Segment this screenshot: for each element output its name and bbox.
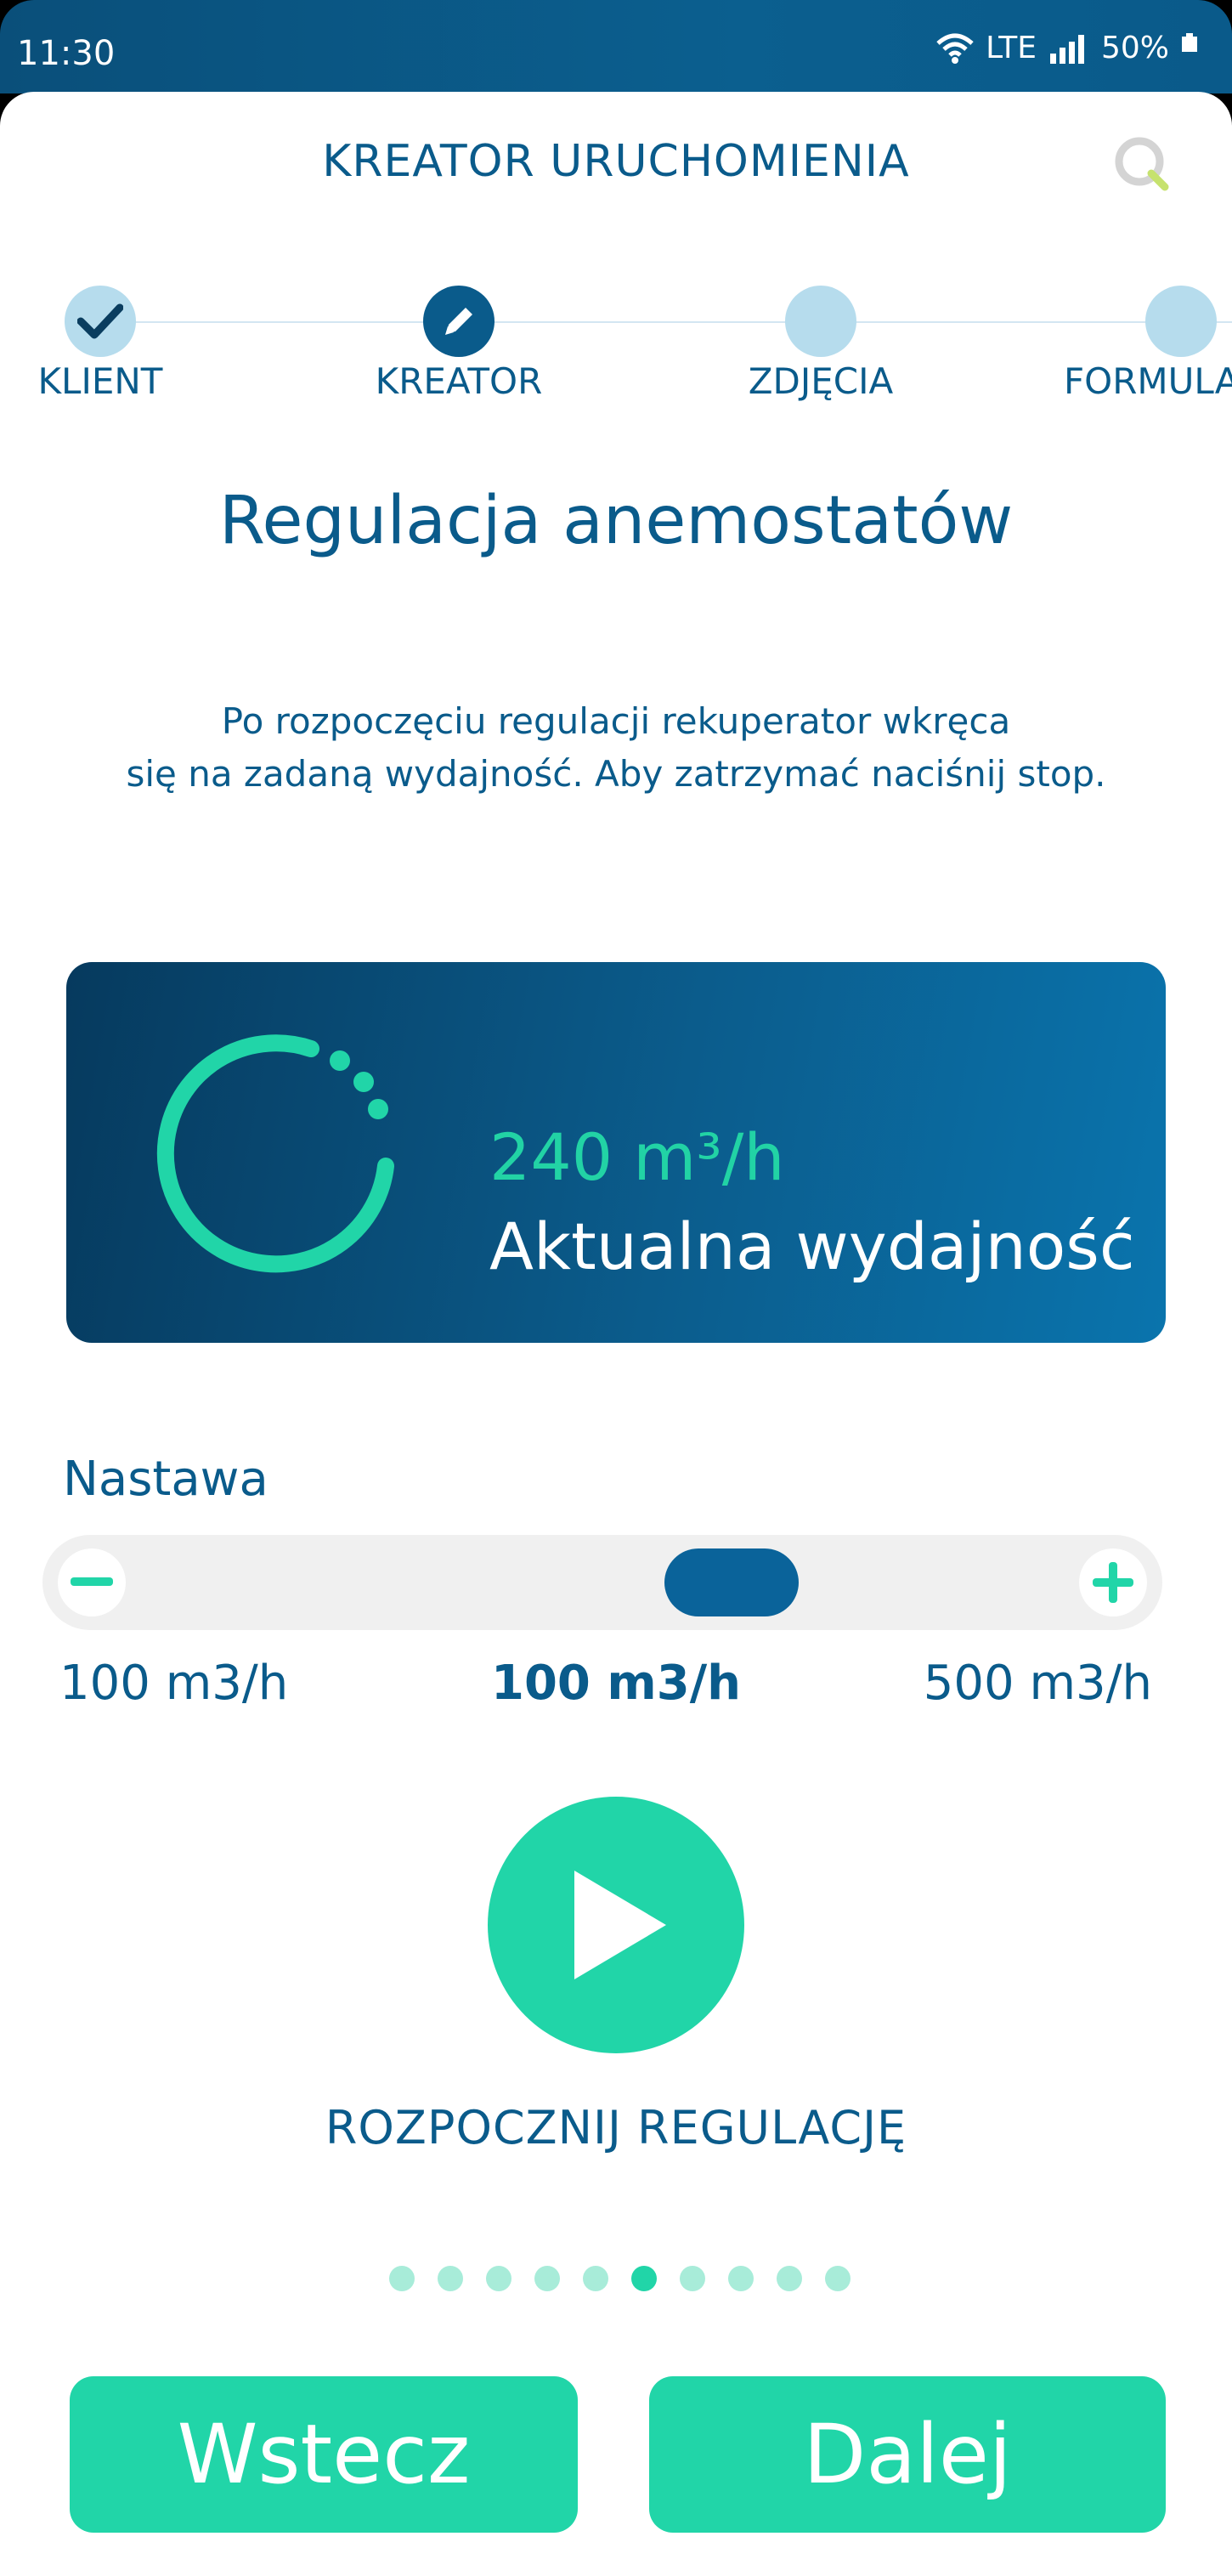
step-label: ZDJĘCIA xyxy=(748,360,894,402)
back-button[interactable]: Wstecz xyxy=(70,2376,578,2533)
step-dot xyxy=(785,286,856,357)
page-dot xyxy=(728,2266,754,2291)
capacity-value: 240 m³/h xyxy=(489,1119,785,1195)
step-label: KLIENT xyxy=(37,360,163,402)
page-indicator xyxy=(389,2266,851,2291)
play-icon xyxy=(574,1871,666,1979)
battery-level: 50% xyxy=(1100,31,1169,65)
next-button[interactable]: Dalej xyxy=(649,2376,1166,2533)
page-dot xyxy=(486,2266,511,2291)
check-icon xyxy=(65,286,136,357)
signal-icon xyxy=(1049,34,1084,64)
page-description: Po rozpoczęciu regulacji rekuperator wkr… xyxy=(85,695,1147,801)
current-capacity-card: 240 m³/h Aktualna wydajność xyxy=(66,962,1166,1343)
status-icons: LTE 50% xyxy=(936,31,1198,65)
search-logo-icon[interactable] xyxy=(1109,131,1177,199)
capacity-label: Aktualna wydajność xyxy=(489,1209,1135,1284)
increase-button[interactable] xyxy=(1079,1548,1147,1616)
step-zdjecia[interactable]: ZDJĘCIA xyxy=(736,286,906,402)
pencil-icon xyxy=(423,286,494,357)
step-formularz[interactable]: FORMULA xyxy=(1062,286,1232,402)
description-line-2: się na zadaną wydajność. Aby zatrzymać n… xyxy=(126,753,1106,795)
page-dot xyxy=(534,2266,560,2291)
setpoint-current: 100 m3/h xyxy=(491,1656,742,1711)
page-dot xyxy=(825,2266,851,2291)
page-dot xyxy=(777,2266,802,2291)
page-title: Regulacja anemostatów xyxy=(218,483,1014,559)
page-dot xyxy=(583,2266,608,2291)
battery-icon xyxy=(1182,32,1197,52)
loading-spinner-icon xyxy=(156,1034,394,1273)
page-dot xyxy=(680,2266,705,2291)
network-type: LTE xyxy=(986,31,1037,65)
setpoint-max: 500 m3/h xyxy=(923,1656,1152,1711)
status-time: 11:30 xyxy=(17,34,116,73)
start-regulation-label[interactable]: ROZPOCZNIJ REGULACJĘ xyxy=(0,2101,1232,2154)
page-dot xyxy=(438,2266,463,2291)
plus-icon xyxy=(1093,1562,1133,1603)
wifi-icon xyxy=(936,33,974,64)
step-dot xyxy=(1145,286,1217,357)
decrease-button[interactable] xyxy=(58,1548,126,1616)
page-dot xyxy=(631,2266,657,2291)
start-regulation-button[interactable] xyxy=(488,1797,744,2053)
step-klient[interactable]: KLIENT xyxy=(32,286,168,402)
app-screen: KREATOR URUCHOMIENIA KLIENT KREATOR ZDJĘ… xyxy=(0,92,1232,2576)
setpoint-label: Nastawa xyxy=(63,1452,268,1507)
setpoint-min: 100 m3/h xyxy=(59,1656,289,1711)
status-bar: 11:30 LTE 50% xyxy=(0,0,1232,93)
description-line-1: Po rozpoczęciu regulacji rekuperator wkr… xyxy=(221,700,1011,742)
step-kreator[interactable]: KREATOR xyxy=(374,286,544,402)
slider-thumb[interactable] xyxy=(664,1548,799,1616)
step-label: FORMULA xyxy=(1064,360,1232,402)
setpoint-slider[interactable] xyxy=(42,1535,1162,1630)
header-title: KREATOR URUCHOMIENIA xyxy=(322,136,910,187)
minus-icon xyxy=(71,1577,113,1586)
step-label: KREATOR xyxy=(375,360,543,402)
page-dot xyxy=(389,2266,415,2291)
